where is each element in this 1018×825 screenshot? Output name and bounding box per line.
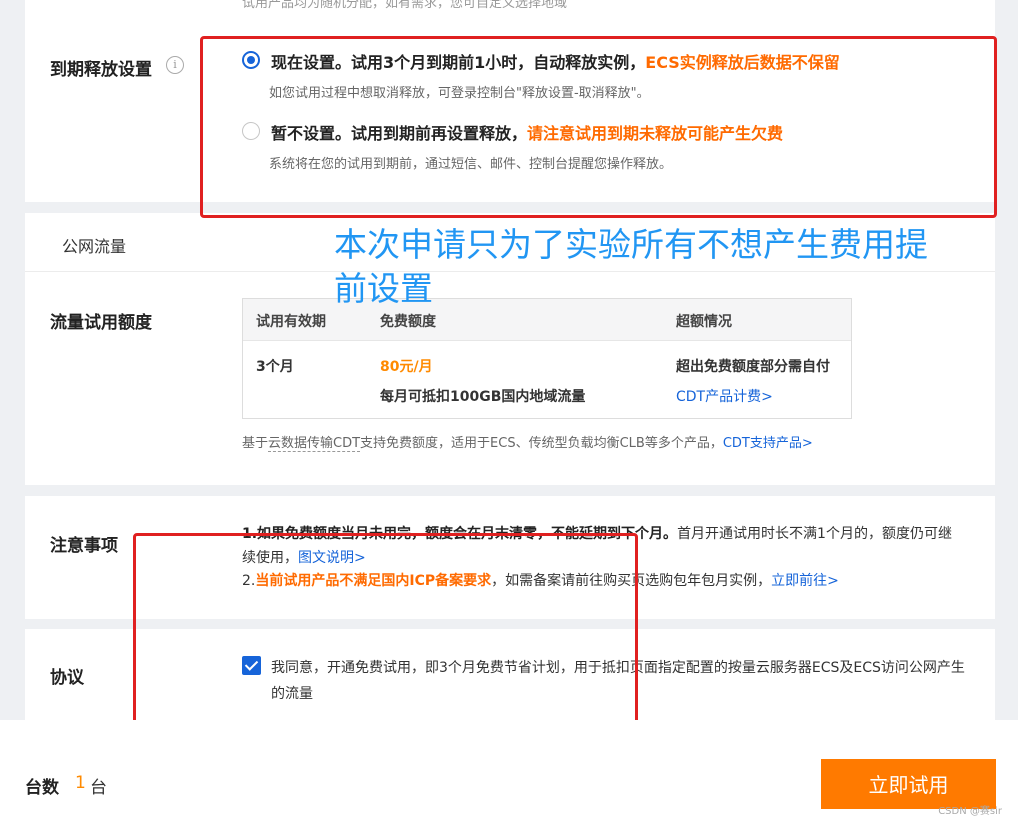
header-free-quota: 免费额度 [380, 314, 436, 330]
header-overage: 超额情况 [676, 314, 732, 330]
cell-overage: 超出免费额度部分需自付 [676, 359, 830, 375]
traffic-footnote: 基于云数据传输CDT支持免费额度，适用于ECS、传统型负载均衡CLB等多个产品，… [242, 432, 813, 452]
agreement-label: 协议 [50, 668, 84, 688]
quantity-label: 台数 [25, 778, 59, 798]
cdt-products-link[interactable]: CDT支持产品> [723, 436, 813, 451]
highlight-box-release [200, 36, 997, 218]
header-period: 试用有效期 [256, 314, 326, 330]
footnote-mid: 支持免费额度，适用于ECS、传统型负载均衡CLB等多个产品， [360, 436, 723, 451]
traffic-quota-label: 流量试用额度 [50, 313, 152, 333]
info-icon[interactable]: i [166, 56, 184, 74]
cell-period: 3个月 [256, 359, 294, 375]
cell-price-desc: 每月可抵扣100GB国内地域流量 [380, 389, 586, 405]
cell-price: 80元/月 [380, 359, 433, 375]
notes-label: 注意事项 [50, 536, 118, 556]
cdt-pricing-link[interactable]: CDT产品计费> [676, 386, 773, 406]
go-now-link[interactable]: 立即前往> [771, 573, 839, 589]
footnote-prefix: 基于 [242, 436, 269, 451]
quantity-unit: 台 [90, 778, 107, 798]
tab-public-traffic[interactable]: 公网流量 [62, 233, 126, 257]
watermark: CSDN @赛sir [938, 806, 1002, 817]
cdt-term[interactable]: 云数据传输CDT [268, 436, 361, 452]
quantity-value: 1 [75, 773, 86, 793]
bottom-bar: 台数 1 台 立即试用 CSDN @赛sir [0, 720, 1018, 825]
release-settings-label: 到期释放设置 [50, 60, 152, 80]
annotation-text: 本次申请只为了实验所有不想产生费用提前设置 [334, 225, 928, 308]
region-hint-text: 试用产品均为随机分配，如有需求，您可自定义选择地域 [242, 0, 568, 11]
quota-table: 试用有效期 免费额度 超额情况 3个月 80元/月 每月可抵扣100GB国内地域… [242, 298, 852, 419]
highlight-box-notes [133, 533, 638, 732]
